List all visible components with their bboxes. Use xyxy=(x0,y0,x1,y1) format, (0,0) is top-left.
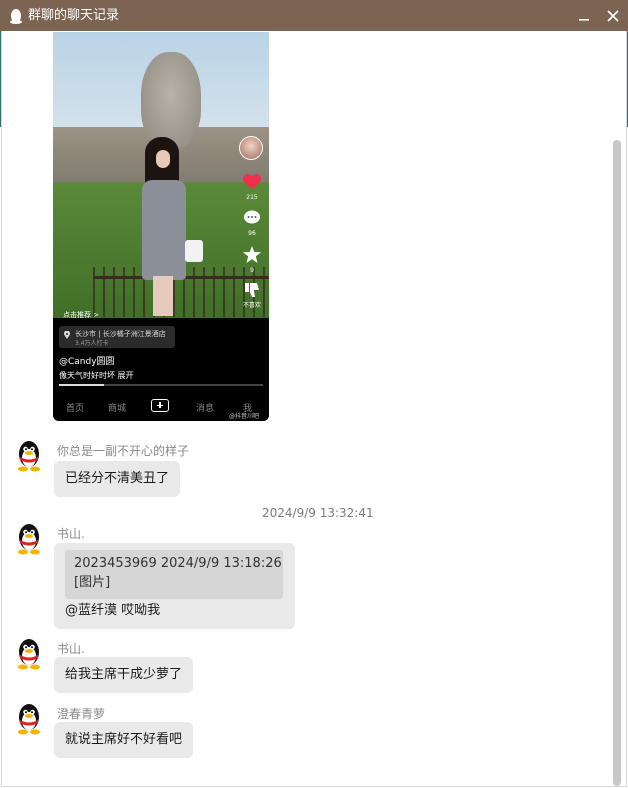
comment-icon xyxy=(244,210,260,224)
dislike-icon xyxy=(245,283,259,297)
window-title: 群聊的聊天记录 xyxy=(28,8,120,23)
message-bubble[interactable]: 已经分不清美丑了 xyxy=(54,461,181,497)
comment-group: 96 xyxy=(239,210,265,238)
nav-messages: 消息 xyxy=(196,404,215,414)
message-text: @蓝纤漠 哎呦我 xyxy=(65,603,161,618)
close-icon[interactable] xyxy=(603,6,623,26)
comment-count: 96 xyxy=(248,230,256,237)
message-bubble[interactable]: 给我主席干成少萝了 xyxy=(54,657,194,693)
nav-mall: 商城 xyxy=(108,404,127,414)
message-bubble[interactable]: 2023453969 2024/9/9 13:18:26 [图片] @蓝纤漠 哎… xyxy=(54,543,295,629)
message-sender: 澄春青萝 xyxy=(57,707,106,721)
video-progress-fill xyxy=(59,384,104,386)
title-bar: 群聊的聊天记录 xyxy=(0,0,628,31)
person-dress xyxy=(142,180,186,280)
like-group: 215 xyxy=(239,174,265,202)
person-bag xyxy=(185,240,203,262)
qq-avatar-icon[interactable] xyxy=(14,703,44,735)
plus-icon xyxy=(151,399,169,412)
quote-header: 2023453969 2024/9/9 13:18:26 xyxy=(74,556,282,571)
recommend-hint: 点击推荐 > xyxy=(63,311,100,319)
qq-avatar-icon[interactable] xyxy=(14,523,44,555)
nav-home: 首页 xyxy=(66,404,85,414)
message-sender: 书山. xyxy=(57,527,85,541)
person-face xyxy=(156,150,170,168)
dislike-group: 不喜欢 xyxy=(239,282,265,310)
message-timestamp: 2024/9/9 13:32:41 xyxy=(262,506,374,520)
star-icon xyxy=(243,246,261,263)
minimize-icon[interactable] xyxy=(574,6,594,26)
message-bubble[interactable]: 就说主席好不好看吧 xyxy=(54,722,194,758)
creator-avatar xyxy=(239,136,263,160)
person-legs xyxy=(153,276,173,316)
video-progress-bar xyxy=(59,384,263,386)
favorite-count: 9 xyxy=(250,267,254,274)
scrollbar-thumb[interactable] xyxy=(613,140,621,786)
quoted-message[interactable]: 2023453969 2024/9/9 13:18:26 [图片] xyxy=(65,550,283,599)
video-caption: 像天气时好时坏 展开 xyxy=(59,371,134,380)
favorite-group: 9 xyxy=(239,246,265,275)
location-checkins: 3.4万人打卡 xyxy=(75,340,109,347)
qq-penguin-icon xyxy=(10,9,22,24)
message-sender: 你总是一副不开心的样子 xyxy=(57,444,190,458)
dislike-label: 不喜欢 xyxy=(242,302,261,309)
video-author: @Candy圆圆 xyxy=(59,357,115,367)
qq-avatar-icon[interactable] xyxy=(14,638,44,670)
message-sender: 书山. xyxy=(57,642,85,656)
statue-head xyxy=(141,52,201,148)
like-count: 215 xyxy=(246,194,258,201)
qq-avatar-icon[interactable] xyxy=(14,440,44,472)
video-watermark: @抖音川吧 xyxy=(229,413,260,420)
location-tag: 长沙市 | 长沙橘子洲江景酒店 3.4万人打卡 xyxy=(59,326,175,348)
shared-video-screenshot[interactable]: 215 96 9 不喜欢 591 点击推荐 > 长沙市 | 长沙橘子洲江景酒店 xyxy=(53,32,269,421)
heart-icon xyxy=(243,174,261,189)
quote-body: [图片] xyxy=(74,575,111,590)
location-pin-icon xyxy=(64,331,70,339)
